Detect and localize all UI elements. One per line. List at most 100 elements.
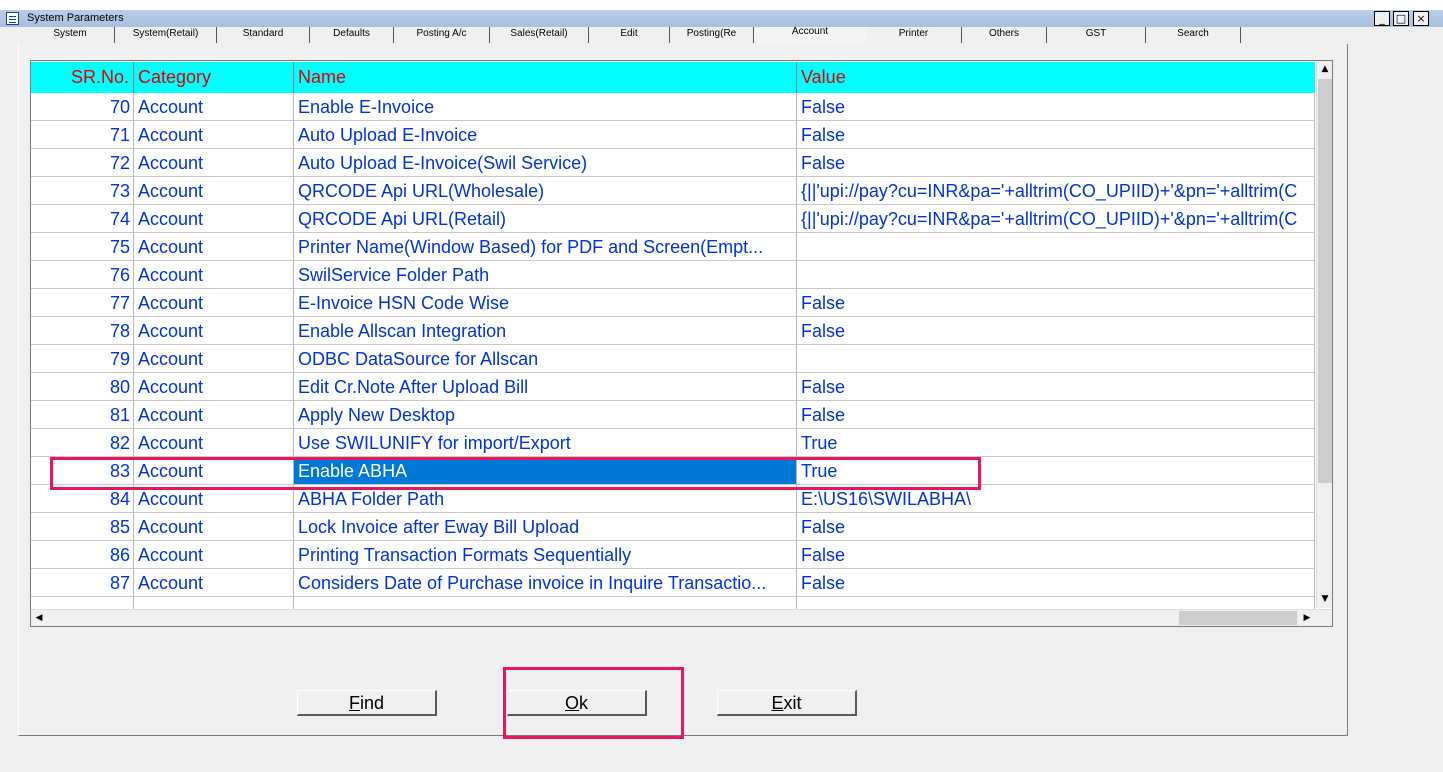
- cell-name[interactable]: QRCODE Api URL(Wholesale): [294, 177, 797, 205]
- table-row[interactable]: 82 Account Use SWILUNIFY for import/Export…: [31, 429, 1315, 457]
- cell-sr-no[interactable]: 80: [31, 373, 134, 401]
- tab-gst[interactable]: GST: [1047, 27, 1146, 43]
- tab-posting-ac[interactable]: Posting A/c: [394, 27, 490, 43]
- table-row[interactable]: 85 Account Lock Invoice after Eway Bill Up…: [31, 513, 1315, 541]
- cell-sr-no[interactable]: 71: [31, 121, 134, 149]
- cell-category[interactable]: Account: [134, 205, 294, 233]
- column-header-category[interactable]: Category: [134, 62, 294, 93]
- tab-posting-retail[interactable]: Posting(Re: [670, 27, 754, 43]
- horizontal-scrollbar[interactable]: ◀ ▶: [31, 609, 1332, 626]
- cell-name[interactable]: Auto Upload E-Invoice: [294, 121, 797, 149]
- cell-category[interactable]: Account: [134, 261, 294, 289]
- cell-name[interactable]: Use SWILUNIFY for import/Export: [294, 429, 797, 457]
- table-row[interactable]: 74 Account QRCODE Api URL(Retail) {||'upi:/…: [31, 205, 1315, 233]
- cell-sr-no[interactable]: 86: [31, 541, 134, 569]
- cell-sr-no[interactable]: 74: [31, 205, 134, 233]
- cell-sr-no[interactable]: 78: [31, 317, 134, 345]
- cell-category[interactable]: Account: [134, 513, 294, 541]
- cell-category[interactable]: Account: [134, 93, 294, 121]
- cell-category[interactable]: Account: [134, 149, 294, 177]
- tab-standard[interactable]: Standard: [217, 27, 310, 43]
- find-button[interactable]: Find: [297, 690, 437, 716]
- table-row[interactable]: 71 Account Auto Upload E-Invoice False: [31, 121, 1315, 149]
- scroll-left-arrow-icon[interactable]: ◀: [31, 610, 47, 626]
- cell-sr-no[interactable]: 81: [31, 401, 134, 429]
- cell-name[interactable]: Edit Cr.Note After Upload Bill: [294, 373, 797, 401]
- scroll-down-arrow-icon[interactable]: ▼: [1317, 591, 1332, 607]
- cell-sr-no[interactable]: 70: [31, 93, 134, 121]
- cell-value[interactable]: [797, 233, 1315, 261]
- table-row[interactable]: 70 Account Enable E-Invoice False: [31, 93, 1315, 121]
- cell-value[interactable]: [797, 345, 1315, 373]
- cell-name[interactable]: SwilService Folder Path: [294, 261, 797, 289]
- cell-value[interactable]: {||'upi://pay?cu=INR&pa='+alltrim(CO_UPI…: [797, 205, 1315, 233]
- table-row[interactable]: 78 Account Enable Allscan Integration False: [31, 317, 1315, 345]
- table-row[interactable]: 79 Account ODBC DataSource for Allscan: [31, 345, 1315, 373]
- cell-name[interactable]: Enable Allscan Integration: [294, 317, 797, 345]
- cell-name[interactable]: Auto Upload E-Invoice(Swil Service): [294, 149, 797, 177]
- cell-name[interactable]: QRCODE Api URL(Retail): [294, 205, 797, 233]
- cell-category[interactable]: Account: [134, 345, 294, 373]
- cell-value[interactable]: False: [797, 541, 1315, 569]
- cell-category[interactable]: Account: [134, 569, 294, 597]
- cell-category[interactable]: Account: [134, 373, 294, 401]
- minimize-button[interactable]: _: [1374, 11, 1390, 26]
- tab-search[interactable]: Search: [1146, 27, 1241, 43]
- cell-value[interactable]: False: [797, 317, 1315, 345]
- cell-name[interactable]: E-Invoice HSN Code Wise: [294, 289, 797, 317]
- cell-name[interactable]: Lock Invoice after Eway Bill Upload: [294, 513, 797, 541]
- cell-sr-no[interactable]: 77: [31, 289, 134, 317]
- cell-category[interactable]: Account: [134, 541, 294, 569]
- table-row[interactable]: 75 Account Printer Name(Window Based) for …: [31, 233, 1315, 261]
- column-header-value[interactable]: Value: [797, 62, 1315, 93]
- vertical-scrollbar[interactable]: ▲ ▼: [1316, 61, 1332, 608]
- tab-printer[interactable]: Printer: [866, 27, 962, 43]
- cell-value[interactable]: {||'upi://pay?cu=INR&pa='+alltrim(CO_UPI…: [797, 177, 1315, 205]
- cell-name[interactable]: Printer Name(Window Based) for PDF and S…: [294, 233, 797, 261]
- column-header-sr-no[interactable]: SR.No.: [31, 62, 134, 93]
- scroll-right-arrow-icon[interactable]: ▶: [1299, 610, 1315, 626]
- cell-category[interactable]: Account: [134, 233, 294, 261]
- system-menu-icon[interactable]: [6, 12, 19, 25]
- cell-sr-no[interactable]: 85: [31, 513, 134, 541]
- table-row[interactable]: 76 Account SwilService Folder Path: [31, 261, 1315, 289]
- tab-account[interactable]: Account: [754, 27, 866, 43]
- horizontal-scroll-thumb[interactable]: [1179, 611, 1297, 625]
- tab-others[interactable]: Others: [962, 27, 1047, 43]
- cell-sr-no[interactable]: 72: [31, 149, 134, 177]
- table-row[interactable]: 77 Account E-Invoice HSN Code Wise False: [31, 289, 1315, 317]
- cell-value[interactable]: False: [797, 121, 1315, 149]
- table-row[interactable]: 86 Account Printing Transaction Formats Se…: [31, 541, 1315, 569]
- cell-value[interactable]: False: [797, 401, 1315, 429]
- cell-name[interactable]: ODBC DataSource for Allscan: [294, 345, 797, 373]
- column-header-name[interactable]: Name: [294, 62, 797, 93]
- cell-value[interactable]: False: [797, 149, 1315, 177]
- tab-sales-retail[interactable]: Sales(Retail): [490, 27, 589, 43]
- vertical-scroll-thumb[interactable]: [1318, 79, 1332, 483]
- cell-value[interactable]: False: [797, 513, 1315, 541]
- tab-system-retail[interactable]: System(Retail): [115, 27, 217, 43]
- exit-button[interactable]: Exit: [717, 690, 857, 716]
- scroll-up-arrow-icon[interactable]: ▲: [1317, 61, 1332, 77]
- cell-category[interactable]: Account: [134, 317, 294, 345]
- table-row[interactable]: 80 Account Edit Cr.Note After Upload Bill F…: [31, 373, 1315, 401]
- cell-value[interactable]: False: [797, 373, 1315, 401]
- cell-category[interactable]: Account: [134, 177, 294, 205]
- cell-value[interactable]: False: [797, 93, 1315, 121]
- table-row[interactable]: 81 Account Apply New Desktop False: [31, 401, 1315, 429]
- maximize-button[interactable]: □: [1393, 11, 1409, 26]
- cell-category[interactable]: Account: [134, 121, 294, 149]
- table-row[interactable]: 72 Account Auto Upload E-Invoice(Swil Serv…: [31, 149, 1315, 177]
- parameters-grid[interactable]: SR.No. Category Name Value 70 Account Enab…: [30, 60, 1333, 627]
- cell-sr-no[interactable]: 79: [31, 345, 134, 373]
- cell-sr-no[interactable]: 76: [31, 261, 134, 289]
- cell-name[interactable]: Printing Transaction Formats Sequentiall…: [294, 541, 797, 569]
- cell-value[interactable]: True: [797, 429, 1315, 457]
- tab-edit[interactable]: Edit: [589, 27, 670, 43]
- cell-sr-no[interactable]: 75: [31, 233, 134, 261]
- tab-system[interactable]: System: [26, 27, 115, 43]
- cell-value[interactable]: [797, 261, 1315, 289]
- cell-category[interactable]: Account: [134, 401, 294, 429]
- cell-value[interactable]: False: [797, 569, 1315, 597]
- table-row[interactable]: 73 Account QRCODE Api URL(Wholesale) {||'up…: [31, 177, 1315, 205]
